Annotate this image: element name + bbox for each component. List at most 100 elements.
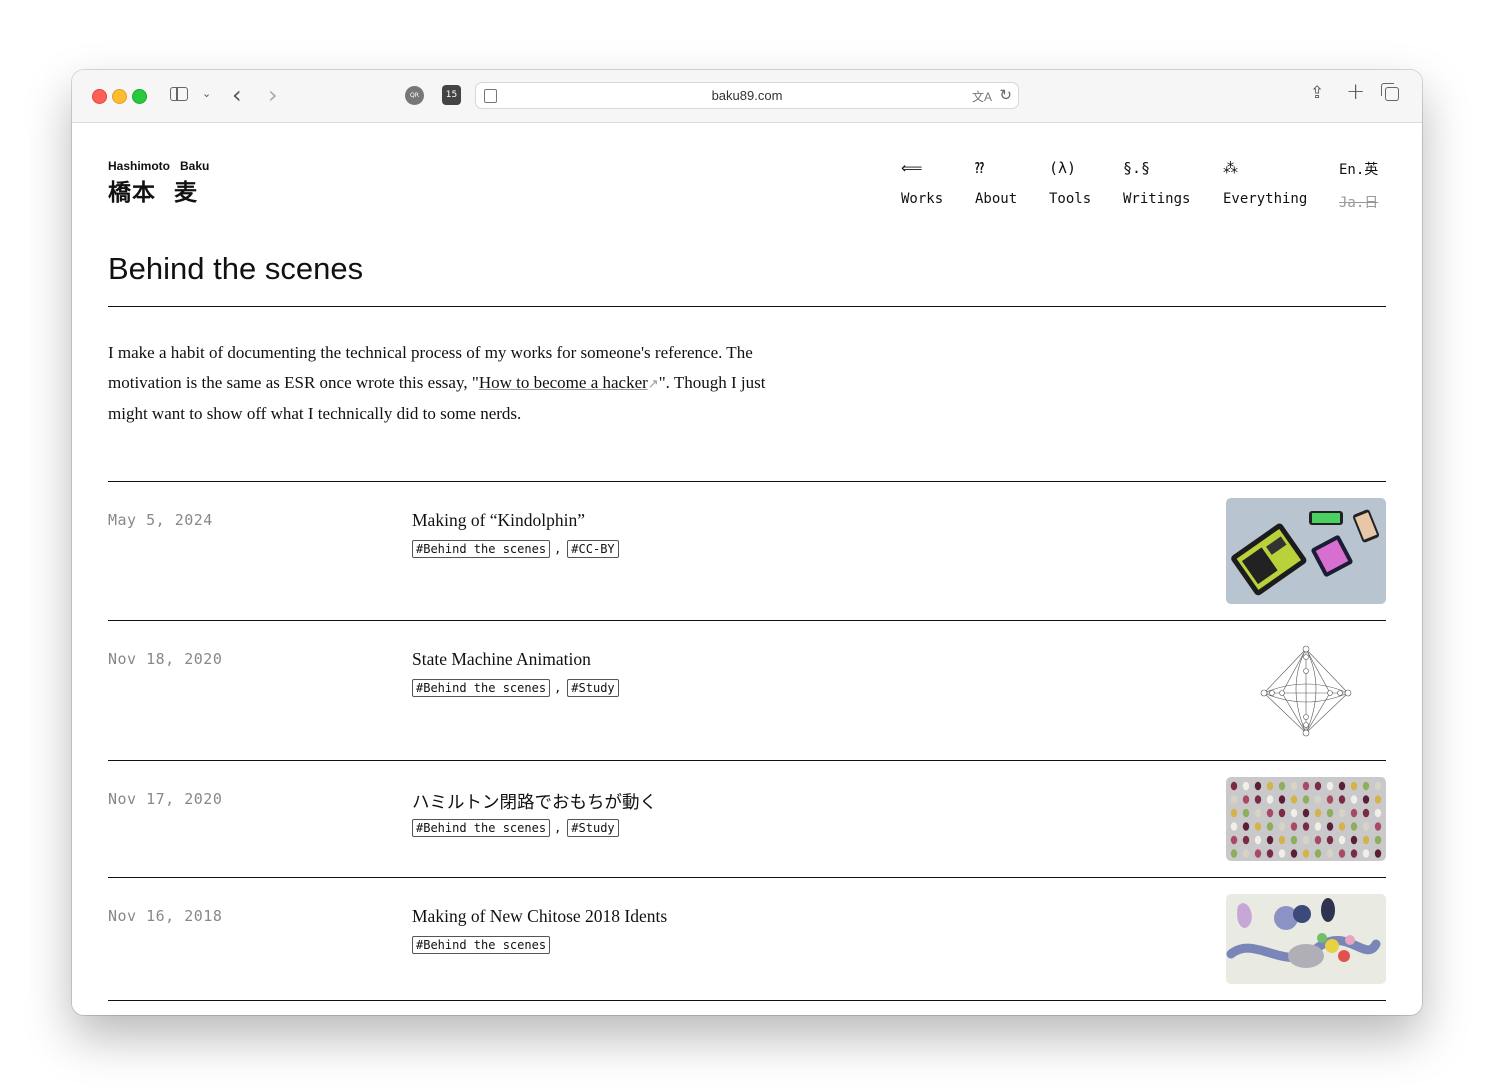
list-item[interactable]: May 5, 2024 Making of “Kindolphin” #Behi… (108, 498, 1386, 620)
mochi-piece (1350, 808, 1358, 818)
zoom-window-button[interactable] (132, 89, 147, 104)
tag-behind-the-scenes[interactable]: #Behind the scenes (412, 936, 551, 954)
new-tab-icon[interactable]: + (1346, 79, 1365, 105)
logo-kanji-given: 麦 (174, 179, 198, 205)
entry-date: Nov 16, 2018 (108, 907, 223, 925)
qr-extension-icon[interactable]: QR (405, 86, 424, 105)
translate-icon[interactable]: 文A (972, 88, 992, 105)
web-page: Hashimoto Baku 橋本麦 ⟸ Works ⁇ About (λ) To… (72, 123, 1422, 1015)
mochi-piece (1254, 835, 1262, 845)
mochi-piece (1374, 822, 1382, 831)
forward-arrow-icon[interactable]: › (268, 81, 278, 109)
mochi-piece (1278, 822, 1286, 831)
mochi-piece (1314, 835, 1322, 845)
mochi-piece (1230, 795, 1238, 804)
list-item[interactable]: Nov 16, 2018 Making of New Chitose 2018 … (108, 894, 1386, 1000)
mochi-piece (1338, 795, 1346, 804)
mochi-grid-thumbnail[interactable] (1226, 777, 1386, 861)
mochi-piece (1362, 835, 1370, 845)
mochi-piece (1290, 835, 1298, 845)
mochi-piece (1314, 781, 1322, 791)
tag-behind-the-scenes[interactable]: #Behind the scenes (412, 679, 551, 697)
minimize-window-button[interactable] (112, 89, 127, 104)
nav-everything[interactable]: ⁂ Everything (1223, 159, 1307, 207)
kindolphin-thumbnail[interactable] (1226, 498, 1386, 604)
entry-title[interactable]: ハミルトン閉路でおもちが動く (412, 789, 657, 814)
entry-tags: #Behind the scenes, #CC-BY (412, 540, 619, 558)
site-logo-latin[interactable]: Hashimoto Baku (108, 159, 219, 173)
list-item[interactable]: Nov 18, 2020 State Machine Animation #Be… (108, 637, 1386, 760)
everything-icon: ⁂ (1223, 159, 1238, 177)
tag-label: Study (578, 681, 615, 695)
tag-label: Behind the scenes (423, 542, 547, 556)
list-divider (108, 620, 1386, 621)
reload-icon[interactable]: ↻ (999, 86, 1012, 104)
mochi-piece (1230, 808, 1238, 818)
tab-overview-icon[interactable] (1381, 83, 1399, 101)
nav-about[interactable]: ⁇ About (975, 159, 1017, 207)
nav-tools[interactable]: (λ) Tools (1049, 159, 1091, 207)
mochi-piece (1266, 808, 1274, 818)
mochi-piece (1326, 849, 1334, 858)
mochi-piece (1302, 835, 1310, 845)
calendar-extension-icon[interactable]: 15 (442, 85, 461, 105)
mochi-piece (1278, 849, 1286, 858)
mochi-piece (1254, 822, 1262, 831)
new-chitose-idents-thumbnail[interactable] (1226, 894, 1386, 984)
tag-study[interactable]: #Study (567, 679, 619, 697)
mochi-piece (1326, 835, 1334, 845)
state-machine-diagram-thumbnail[interactable] (1226, 637, 1386, 743)
list-item[interactable]: Nov 17, 2020 ハミルトン閉路でおもちが動く #Behind the … (108, 777, 1386, 877)
works-icon: ⟸ (901, 159, 923, 177)
mochi-piece (1374, 808, 1382, 818)
mochi-piece (1362, 781, 1370, 791)
entry-date: May 5, 2024 (108, 511, 213, 529)
mochi-piece (1302, 781, 1310, 791)
chevron-down-icon[interactable]: ⌄ (202, 87, 211, 100)
list-divider (108, 1000, 1386, 1001)
hacker-essay-link[interactable]: How to become a hacker (479, 373, 648, 392)
tag-label: Behind the scenes (423, 821, 547, 835)
tag-behind-the-scenes[interactable]: #Behind the scenes (412, 540, 551, 558)
mochi-piece (1242, 835, 1250, 845)
tag-label: Study (578, 821, 615, 835)
sidebar-toggle-icon[interactable] (170, 87, 188, 101)
entry-tags: #Behind the scenes, #Study (412, 819, 619, 837)
mochi-piece (1350, 795, 1358, 804)
nav-works-label: Works (901, 191, 944, 207)
lang-ja[interactable]: Ja.日 (1339, 192, 1378, 212)
mochi-piece (1230, 849, 1238, 858)
mochi-piece (1242, 795, 1250, 804)
mochi-piece (1338, 808, 1346, 818)
nav-writings[interactable]: §.§ Writings (1123, 159, 1190, 207)
back-arrow-icon[interactable]: ‹ (232, 81, 242, 109)
close-window-button[interactable] (92, 89, 107, 104)
site-logo-kanji[interactable]: 橋本麦 (108, 173, 216, 207)
lang-en[interactable]: En.英 (1339, 159, 1378, 179)
mochi-piece (1350, 822, 1358, 831)
mochi-piece (1254, 781, 1262, 791)
tools-icon: (λ) (1049, 159, 1077, 177)
tag-behind-the-scenes[interactable]: #Behind the scenes (412, 819, 551, 837)
share-icon[interactable]: ⇪ (1310, 83, 1324, 103)
mochi-piece (1290, 808, 1298, 818)
mochi-piece (1290, 781, 1298, 791)
mochi-piece (1302, 849, 1310, 858)
mochi-piece (1266, 795, 1274, 804)
mochi-piece (1374, 849, 1382, 858)
entry-tags: #Behind the scenes, #Study (412, 679, 619, 697)
mochi-piece (1350, 835, 1358, 845)
title-divider (108, 306, 1386, 307)
url-text[interactable]: baku89.com (476, 88, 1018, 103)
entry-title[interactable]: Making of “Kindolphin” (412, 510, 585, 531)
logo-given-name: Baku (180, 159, 210, 173)
nav-works[interactable]: ⟸ Works (901, 159, 943, 207)
address-bar[interactable]: baku89.com 文A ↻ (475, 82, 1019, 109)
tag-study[interactable]: #Study (567, 819, 619, 837)
entry-title[interactable]: State Machine Animation (412, 649, 591, 670)
mochi-piece (1254, 849, 1262, 858)
tag-cc-by[interactable]: #CC-BY (567, 540, 619, 558)
entry-title[interactable]: Making of New Chitose 2018 Idents (412, 906, 667, 927)
mochi-piece (1290, 795, 1298, 804)
mochi-piece (1278, 835, 1286, 845)
